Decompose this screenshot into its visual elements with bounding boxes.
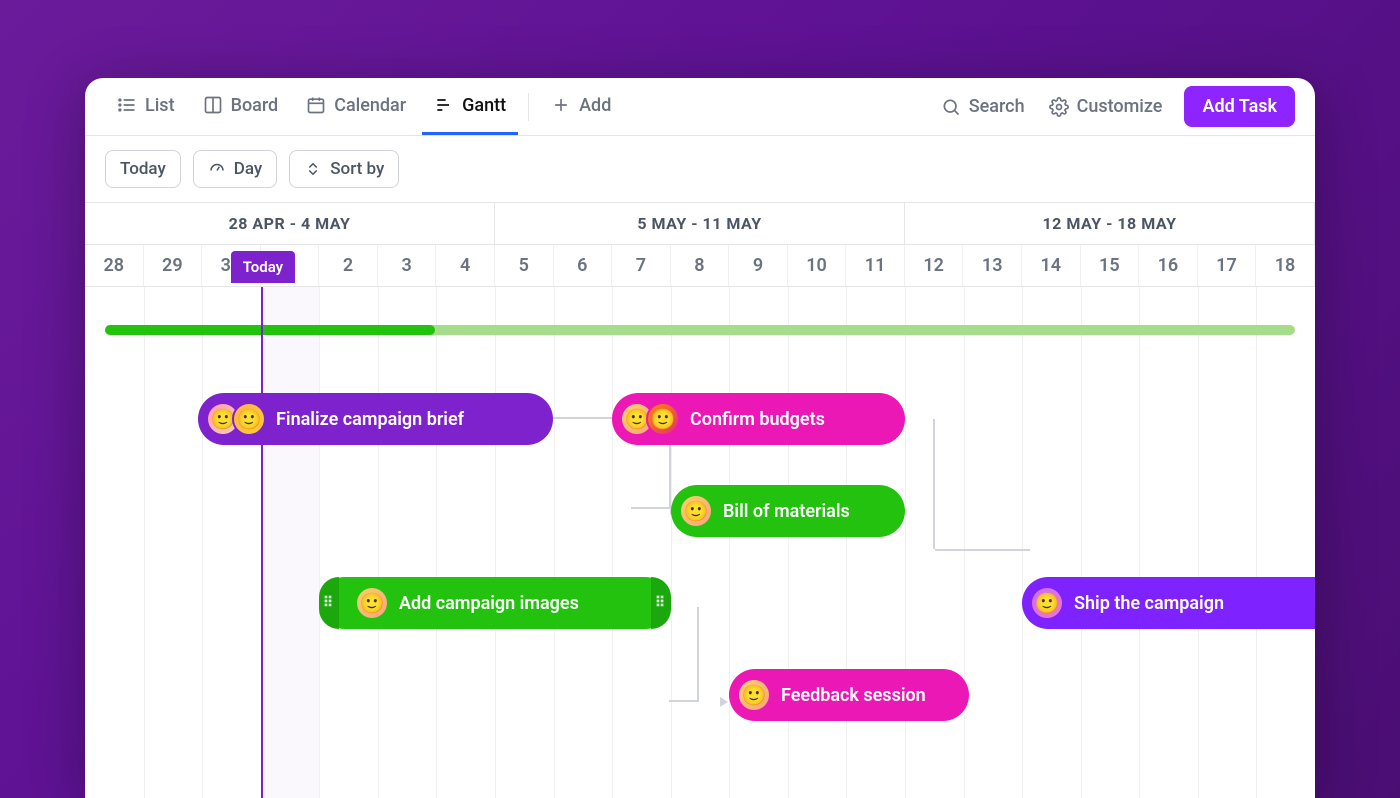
day-cell: 14 <box>1022 245 1081 286</box>
day-cell: 12 <box>905 245 964 286</box>
task-label: Add campaign images <box>399 593 579 614</box>
tab-list-label: List <box>145 95 175 116</box>
progress-bar-fill <box>105 325 435 335</box>
day-cell: 29 <box>144 245 203 286</box>
day-cell: 4 <box>436 245 495 286</box>
timeline: 28 APR - 4 MAY 5 MAY - 11 MAY 12 MAY - 1… <box>85 202 1315 798</box>
day-cell: 10 <box>788 245 847 286</box>
task-add-campaign-images[interactable]: ⠿ 🙂 Add campaign images ⠿ <box>319 577 671 629</box>
tab-calendar-label: Calendar <box>334 95 406 116</box>
day-cell: 8 <box>671 245 730 286</box>
zoom-day-label: Day <box>234 159 262 179</box>
day-cell: 6 <box>554 245 613 286</box>
avatar: 🙂 <box>679 494 713 528</box>
sort-icon <box>304 160 322 178</box>
avatar: 🙂 <box>1030 586 1064 620</box>
task-bill-of-materials[interactable]: 🙂 Bill of materials <box>671 485 905 537</box>
add-task-label: Add Task <box>1202 96 1277 117</box>
day-cell: 17 <box>1198 245 1257 286</box>
task-label: Bill of materials <box>723 501 850 522</box>
drag-handle-left[interactable]: ⠿ <box>319 577 339 629</box>
tab-calendar[interactable]: Calendar <box>294 79 418 135</box>
gantt-chart-body[interactable]: Today 🙂 🙂 Finalize campaign brief <box>85 287 1315 798</box>
gauge-icon <box>208 160 226 178</box>
task-finalize-brief[interactable]: 🙂 🙂 Finalize campaign brief <box>198 393 553 445</box>
day-cell: 9 <box>729 245 788 286</box>
tab-gantt-label: Gantt <box>462 95 506 116</box>
tab-board-label: Board <box>231 95 279 116</box>
week-cell-1: 5 MAY - 11 MAY <box>495 203 905 244</box>
plus-icon <box>551 95 571 115</box>
tab-gantt[interactable]: Gantt <box>422 79 518 135</box>
day-cell: 13 <box>963 245 1022 286</box>
sort-label: Sort by <box>330 159 384 179</box>
drag-handle-right[interactable]: ⠿ <box>651 577 671 629</box>
search-button[interactable]: Search <box>931 96 1035 117</box>
list-icon <box>117 95 137 115</box>
today-marker: Today <box>261 287 263 798</box>
tab-add-label: Add <box>579 95 611 116</box>
week-cell-0: 28 APR - 4 MAY <box>85 203 495 244</box>
task-avatars: 🙂 <box>737 678 771 712</box>
board-icon <box>203 95 223 115</box>
task-confirm-budgets[interactable]: 🙂 🙂 Confirm budgets <box>612 393 905 445</box>
divider <box>528 93 529 121</box>
today-button[interactable]: Today <box>105 150 181 188</box>
view-tabs: List Board Calendar Gantt Add Search Cus… <box>85 78 1315 136</box>
day-cell: 2 <box>319 245 378 286</box>
zoom-day-button[interactable]: Day <box>193 150 277 188</box>
task-label: Feedback session <box>781 685 926 706</box>
search-icon <box>941 97 961 117</box>
day-cell: 7 <box>612 245 671 286</box>
week-cell-2: 12 MAY - 18 MAY <box>905 203 1315 244</box>
task-label: Finalize campaign brief <box>276 409 464 430</box>
day-cell: 28 <box>85 245 144 286</box>
task-avatars: 🙂 <box>355 586 389 620</box>
avatar: 🙂 <box>646 402 680 436</box>
week-header: 28 APR - 4 MAY 5 MAY - 11 MAY 12 MAY - 1… <box>85 203 1315 245</box>
calendar-icon <box>306 95 326 115</box>
search-label: Search <box>969 96 1025 117</box>
today-badge: Today <box>231 251 295 283</box>
customize-button[interactable]: Customize <box>1039 96 1173 117</box>
task-label: Confirm budgets <box>690 409 825 430</box>
avatar: 🙂 <box>232 402 266 436</box>
add-task-button[interactable]: Add Task <box>1184 86 1295 127</box>
task-avatars: 🙂 <box>679 494 713 528</box>
day-cell: 18 <box>1256 245 1315 286</box>
day-cell: 15 <box>1081 245 1140 286</box>
task-ship-campaign[interactable]: 🙂 Ship the campaign <box>1022 577 1315 629</box>
avatar: 🙂 <box>355 586 389 620</box>
day-cell: 16 <box>1139 245 1198 286</box>
day-cell: 3 <box>378 245 437 286</box>
today-column <box>261 287 320 798</box>
avatar: 🙂 <box>737 678 771 712</box>
customize-label: Customize <box>1077 96 1163 117</box>
task-avatars: 🙂 🙂 <box>206 402 266 436</box>
tab-add-view[interactable]: Add <box>539 79 623 135</box>
task-avatars: 🙂 <box>1030 586 1064 620</box>
tab-list[interactable]: List <box>105 79 187 135</box>
gantt-controls: Today Day Sort by <box>85 136 1315 202</box>
today-chip-label: Today <box>120 159 166 179</box>
task-label: Ship the campaign <box>1074 593 1224 614</box>
gantt-icon <box>434 95 454 115</box>
tab-board[interactable]: Board <box>191 79 291 135</box>
task-avatars: 🙂 🙂 <box>620 402 680 436</box>
gantt-app: List Board Calendar Gantt Add Search Cus… <box>85 78 1315 798</box>
day-cell: 11 <box>846 245 905 286</box>
sort-button[interactable]: Sort by <box>289 150 399 188</box>
task-feedback-session[interactable]: 🙂 Feedback session <box>729 669 969 721</box>
gear-icon <box>1049 97 1069 117</box>
day-cell: 5 <box>495 245 554 286</box>
